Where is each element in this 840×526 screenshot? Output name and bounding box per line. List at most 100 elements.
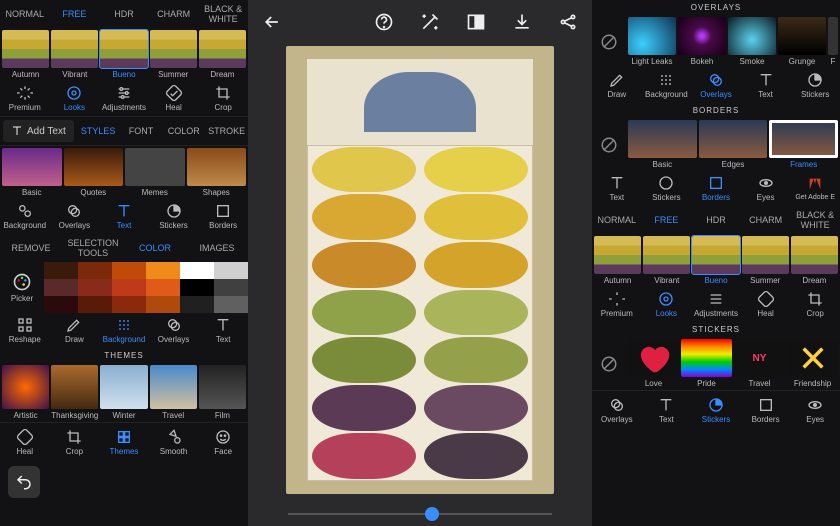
theme-winter[interactable]: Winter — [100, 365, 147, 420]
tool-background-r[interactable]: Background — [642, 72, 692, 99]
tool-overlays-layer[interactable]: Overlays — [50, 203, 100, 230]
swatch[interactable] — [44, 296, 78, 313]
tool-heal[interactable]: Heal — [149, 85, 199, 112]
tool-heal-r[interactable]: Heal — [741, 291, 791, 318]
swatch[interactable] — [112, 262, 146, 279]
tool-text-bg[interactable]: Text — [198, 317, 248, 344]
nav-eyes-r[interactable]: Eyes — [790, 397, 840, 424]
tool-premium-r[interactable]: Premium — [592, 291, 642, 318]
overlay-smoke[interactable]: Smoke — [728, 17, 776, 66]
tool-draw-r[interactable]: Draw — [592, 72, 642, 99]
nav-heal[interactable]: Heal — [0, 429, 50, 456]
help-icon[interactable] — [374, 12, 394, 32]
intensity-slider[interactable] — [248, 502, 592, 526]
look-vibrant[interactable]: Vibrant — [51, 30, 98, 79]
sticker-none-button[interactable] — [592, 355, 626, 373]
tool-crop[interactable]: Crop — [198, 85, 248, 112]
tool-looks-r[interactable]: Looks — [642, 291, 692, 318]
theme-film[interactable]: Film — [199, 365, 246, 420]
tool-eyes-r2[interactable]: Eyes — [741, 175, 791, 202]
tab-hdr-r[interactable]: HDR — [691, 211, 741, 229]
tool-stickers-layer[interactable]: Stickers — [149, 203, 199, 230]
border-edges[interactable]: Edges — [699, 120, 768, 169]
bg-tab-remove[interactable]: REMOVE — [0, 239, 62, 257]
nav-smooth[interactable]: Smooth — [149, 429, 199, 456]
text-style-basic[interactable]: Basic — [2, 148, 62, 197]
swatch[interactable] — [214, 262, 248, 279]
wand-icon[interactable] — [420, 12, 440, 32]
tool-draw[interactable]: Draw — [50, 317, 100, 344]
sticker-travel[interactable]: NYTravel — [734, 339, 785, 388]
tool-adjustments[interactable]: Adjustments — [99, 85, 149, 112]
tool-background-layer[interactable]: Background — [0, 203, 50, 230]
bg-tab-selection[interactable]: SELECTION TOOLS — [62, 234, 124, 262]
share-icon[interactable] — [558, 12, 578, 32]
color-picker-button[interactable]: Picker — [0, 262, 44, 313]
theme-travel[interactable]: Travel — [150, 365, 197, 420]
sticker-pride[interactable]: Pride — [681, 339, 732, 388]
swatch[interactable] — [44, 279, 78, 296]
tool-adjustments-r[interactable]: Adjustments — [691, 291, 741, 318]
tool-overlays-bg[interactable]: Overlays — [149, 317, 199, 344]
swatch[interactable] — [180, 279, 214, 296]
look-autumn-r[interactable]: Autumn — [594, 236, 641, 285]
tab-bw-r[interactable]: BLACK & WHITE — [790, 206, 840, 234]
tab-normal[interactable]: NORMAL — [0, 5, 50, 23]
nav-borders-r[interactable]: Borders — [741, 397, 791, 424]
tool-borders-layer[interactable]: Borders — [198, 203, 248, 230]
swatch[interactable] — [78, 262, 112, 279]
swatch[interactable] — [44, 262, 78, 279]
nav-overlays-r[interactable]: Overlays — [592, 397, 642, 424]
text-style-shapes[interactable]: Shapes — [187, 148, 247, 197]
swatch[interactable] — [78, 279, 112, 296]
download-icon[interactable] — [512, 12, 532, 32]
undo-button[interactable] — [8, 466, 40, 498]
swatch[interactable] — [214, 279, 248, 296]
swatch[interactable] — [112, 296, 146, 313]
swatch[interactable] — [214, 296, 248, 313]
nav-text-r[interactable]: Text — [642, 397, 692, 424]
look-bueno[interactable]: Bueno — [100, 30, 147, 79]
overlay-lightleaks[interactable]: Light Leaks — [628, 17, 676, 66]
look-autumn[interactable]: Autumn — [2, 30, 49, 79]
tool-premium[interactable]: Premium — [0, 85, 50, 112]
tool-overlays-r[interactable]: Overlays — [691, 72, 741, 99]
sticker-love[interactable]: Love — [628, 339, 679, 388]
sticker-friendship[interactable]: Friendship — [787, 339, 838, 388]
theme-thanksgiving[interactable]: Thanksgiving — [51, 365, 98, 420]
swatch[interactable] — [180, 262, 214, 279]
tool-adobe[interactable]: Get Adobe E — [790, 176, 840, 201]
look-bueno-r[interactable]: Bueno — [692, 236, 739, 285]
tab-normal-r[interactable]: NORMAL — [592, 211, 642, 229]
add-text-button[interactable]: Add Text — [3, 120, 74, 142]
slider-thumb[interactable] — [425, 507, 439, 521]
tab-hdr[interactable]: HDR — [99, 5, 149, 23]
swatch[interactable] — [146, 296, 180, 313]
tab-charm-r[interactable]: CHARM — [741, 211, 791, 229]
look-summer[interactable]: Summer — [150, 30, 197, 79]
theme-artistic[interactable]: Artistic — [2, 365, 49, 420]
bg-tab-color[interactable]: COLOR — [124, 239, 186, 257]
compare-icon[interactable] — [466, 12, 486, 32]
look-summer-r[interactable]: Summer — [742, 236, 789, 285]
tool-text-r2[interactable]: Text — [592, 175, 642, 202]
tool-stickers-r[interactable]: Stickers — [790, 72, 840, 99]
swatch[interactable] — [78, 296, 112, 313]
tool-background[interactable]: Background — [99, 317, 149, 344]
nav-crop[interactable]: Crop — [50, 429, 100, 456]
overlay-none-button[interactable] — [592, 33, 626, 51]
nav-stickers-r[interactable]: Stickers — [691, 397, 741, 424]
tool-looks[interactable]: Looks — [50, 85, 100, 112]
swatch[interactable] — [146, 279, 180, 296]
tool-reshape[interactable]: Reshape — [0, 317, 50, 344]
bg-tab-images[interactable]: IMAGES — [186, 239, 248, 257]
text-tab-stroke[interactable]: STROKE — [205, 122, 248, 140]
nav-themes[interactable]: Themes — [99, 429, 149, 456]
text-style-memes[interactable]: Memes — [125, 148, 185, 197]
overlay-grunge[interactable]: Grunge — [778, 17, 826, 66]
border-none-button[interactable] — [592, 136, 626, 154]
photo-canvas[interactable] — [286, 46, 554, 494]
look-dream[interactable]: Dream — [199, 30, 246, 79]
text-tab-styles[interactable]: STYLES — [77, 122, 120, 140]
look-vibrant-r[interactable]: Vibrant — [643, 236, 690, 285]
